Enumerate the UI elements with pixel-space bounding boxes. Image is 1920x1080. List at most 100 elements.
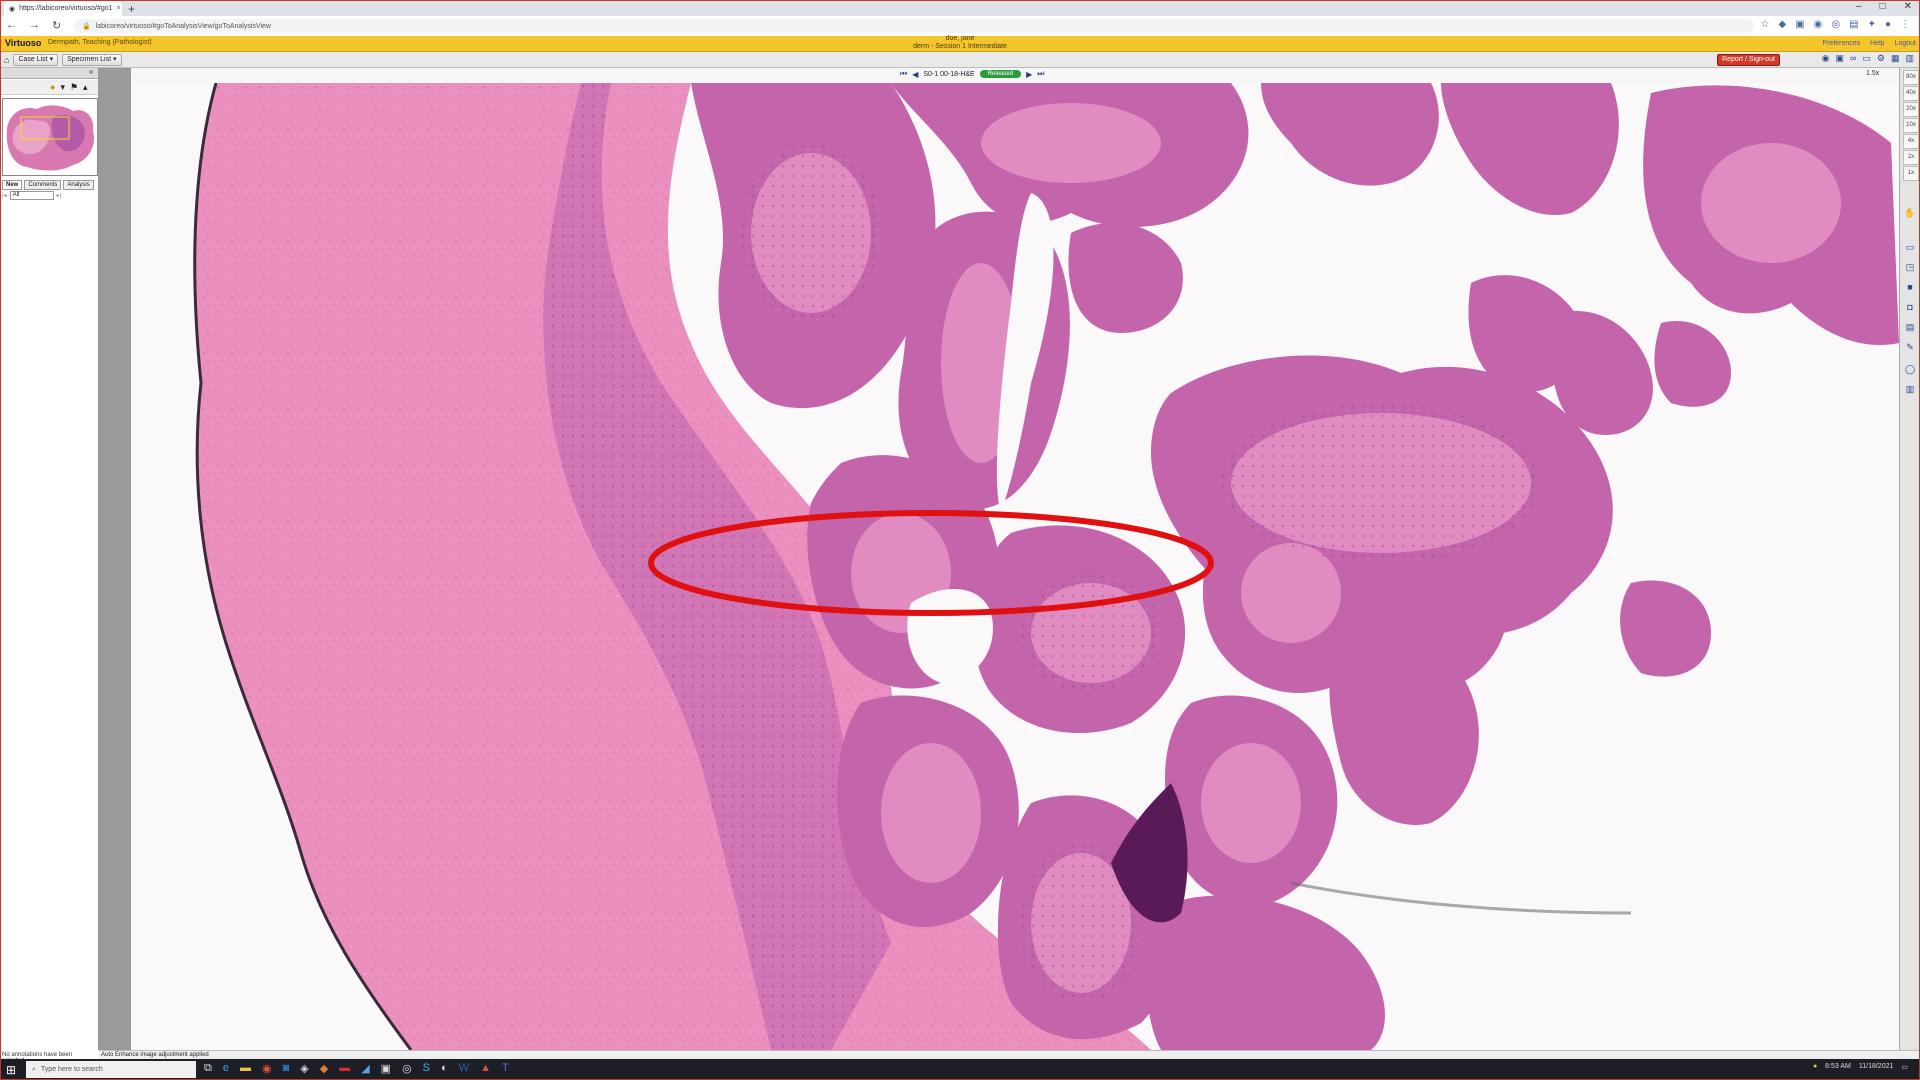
url-field[interactable]: 🔒 labicoreo/virtuoso/#goToAnalysisView/g… xyxy=(74,19,1754,33)
chat-tool-icon[interactable]: ◘ xyxy=(1903,300,1917,314)
sidebar-tool-icons: ● ▾ ⚑ ▴ xyxy=(50,82,88,93)
app-icon[interactable]: ▣ xyxy=(381,1062,391,1075)
folder-icon[interactable]: ▭ xyxy=(1862,53,1871,64)
layers-tool-icon[interactable]: ▥ xyxy=(1903,382,1917,396)
ruler-tool-icon[interactable]: ▤ xyxy=(1903,320,1917,334)
tab-comments[interactable]: Comments xyxy=(24,180,62,190)
zoom-4x-button[interactable]: 4x xyxy=(1903,134,1919,149)
prev-slide-icon[interactable]: ◀ xyxy=(912,70,918,79)
zoom-1x-button[interactable]: 1x xyxy=(1903,166,1919,181)
weather-icon[interactable]: ● xyxy=(1813,1063,1817,1071)
zoom-20x-button[interactable]: 20x xyxy=(1903,102,1919,117)
zoom-40x-button[interactable]: 40x xyxy=(1903,86,1919,101)
slide-controls: ⏮ ◀ S0-1 00-18-H&E Released ▶ ⏭ xyxy=(900,69,1044,79)
app-icon[interactable]: ◈ xyxy=(300,1062,308,1075)
browser-nav: ← → ↻ ⌂ xyxy=(6,19,80,32)
status-badge: Released xyxy=(979,70,1022,78)
case-list-button[interactable]: Case List ▾ xyxy=(13,54,59,66)
app-icon[interactable]: ◐ xyxy=(441,1062,448,1075)
last-page-icon[interactable]: ▸| xyxy=(57,192,62,199)
viewer-margin xyxy=(99,68,131,1050)
puzzle-icon[interactable]: ✦ xyxy=(1868,19,1876,30)
annotation-filter-select[interactable]: All xyxy=(9,191,54,200)
camera-icon[interactable]: ▣ xyxy=(1835,53,1844,64)
toolbar-right-icons: ◉ ▣ ∞ ▭ ⚙ ▦ ▥ xyxy=(1822,53,1914,64)
dropdown-icon[interactable]: ▾ xyxy=(60,82,65,93)
taskbar-search-input[interactable]: ⌕ Type here to search xyxy=(26,1061,196,1078)
zoom-80x-button[interactable]: 80x xyxy=(1903,70,1919,85)
url-text: labicoreo/virtuoso/#goToAnalysisView/goT… xyxy=(95,22,271,30)
ellipse-tool-icon[interactable]: ◯ xyxy=(1903,362,1917,376)
preferences-link[interactable]: Preferences xyxy=(1822,40,1860,47)
grid-icon[interactable]: ▦ xyxy=(1891,53,1900,64)
browser-tab[interactable]: ◉ https://labicoreo/virtuoso/#go1 × xyxy=(4,1,122,16)
kebab-menu-icon[interactable]: ⋮ xyxy=(1900,19,1910,30)
back-icon[interactable]: ← xyxy=(6,19,17,32)
logout-link[interactable]: Logout xyxy=(1895,40,1916,47)
app-icon[interactable]: ◢ xyxy=(361,1062,369,1075)
help-link[interactable]: Help xyxy=(1870,40,1884,47)
slide-thumbnail[interactable] xyxy=(2,98,98,176)
palette-icon[interactable]: ● xyxy=(50,82,55,93)
report-signout-button[interactable]: Report / Sign-out xyxy=(1717,54,1780,66)
skype-icon[interactable]: S xyxy=(423,1062,430,1075)
new-tab-button[interactable]: + xyxy=(128,2,135,16)
teams-icon[interactable]: T xyxy=(502,1062,509,1075)
app-icon[interactable]: ▲ xyxy=(480,1062,491,1075)
specimen-list-button[interactable]: Specimen List ▾ xyxy=(62,54,122,66)
chrome-icon[interactable]: ◉ xyxy=(262,1062,272,1075)
collapse-up-icon[interactable]: ▴ xyxy=(83,82,88,93)
tab-new[interactable]: New xyxy=(2,180,23,190)
first-slide-icon[interactable]: ⏮ xyxy=(900,69,907,79)
task-view-icon[interactable]: ⧉ xyxy=(204,1062,212,1075)
last-slide-icon[interactable]: ⏭ xyxy=(1037,69,1044,79)
app-icon[interactable]: ◎ xyxy=(402,1062,412,1075)
sidebar-filter-row: |◂ All ▸| xyxy=(2,191,96,200)
hand-pan-icon[interactable]: ✋ xyxy=(1903,206,1917,220)
edge-icon[interactable]: e xyxy=(223,1062,229,1075)
extension-icon[interactable]: ▤ xyxy=(1849,19,1858,30)
link-icon[interactable]: ∞ xyxy=(1850,53,1856,64)
forward-icon[interactable]: → xyxy=(29,19,40,32)
zoom-10x-button[interactable]: 10x xyxy=(1903,118,1919,133)
notification-icon[interactable]: ▭ xyxy=(1901,1063,1908,1071)
collapse-sidebar-icon[interactable]: « xyxy=(89,67,93,76)
zoom-2x-button[interactable]: 2x xyxy=(1903,150,1919,165)
extension-icon[interactable]: ◆ xyxy=(1778,19,1786,30)
histology-image[interactable] xyxy=(131,83,1899,1050)
minimize-button[interactable]: – xyxy=(1856,1,1862,12)
star-icon[interactable]: ☆ xyxy=(1761,19,1770,30)
file-explorer-icon[interactable]: ▬ xyxy=(240,1062,251,1075)
close-window-button[interactable]: ✕ xyxy=(1904,1,1912,12)
word-icon[interactable]: W xyxy=(459,1062,469,1075)
settings-icon[interactable]: ⚙ xyxy=(1877,53,1885,64)
slide-label: S0-1 00-18-H&E xyxy=(923,70,975,78)
close-tab-icon[interactable]: × xyxy=(117,5,121,12)
slide-viewer[interactable] xyxy=(131,83,1899,1050)
layout-icon[interactable]: ▥ xyxy=(1905,53,1914,64)
extension-icons: ☆ ◆ ▣ ◉ ◎ ▤ ✦ ● ⋮ xyxy=(1761,19,1910,30)
globe-icon[interactable]: ◉ xyxy=(1822,53,1830,64)
next-slide-icon[interactable]: ▶ xyxy=(1026,70,1032,79)
extension-icon[interactable]: ▣ xyxy=(1795,19,1804,30)
app-icon[interactable]: ◆ xyxy=(320,1062,328,1075)
rectangle-tool-icon[interactable]: ▭ xyxy=(1903,240,1917,254)
home-icon[interactable]: ⌂ xyxy=(4,55,9,65)
tab-analysis[interactable]: Analysis xyxy=(63,180,94,190)
profile-avatar-icon[interactable]: ● xyxy=(1885,19,1891,30)
maximize-button[interactable]: □ xyxy=(1880,1,1886,12)
flag-icon[interactable]: ⚑ xyxy=(70,82,78,93)
comment-tool-icon[interactable]: ◳ xyxy=(1903,260,1917,274)
outlook-icon[interactable]: ◙ xyxy=(283,1062,290,1075)
tray-date[interactable]: 11/18/2021 xyxy=(1859,1063,1894,1071)
extension-icon[interactable]: ◎ xyxy=(1831,19,1840,30)
sidebar-tabs: New Comments Analysis xyxy=(2,180,94,190)
app-icon[interactable]: ▬ xyxy=(339,1062,350,1075)
square-tool-icon[interactable]: ■ xyxy=(1903,280,1917,294)
first-page-icon[interactable]: |◂ xyxy=(2,192,7,199)
reload-icon[interactable]: ↻ xyxy=(52,19,61,32)
pen-tool-icon[interactable]: ✎ xyxy=(1903,340,1917,354)
windows-start-icon[interactable]: ⊞ xyxy=(6,1063,16,1077)
tray-time[interactable]: 8:53 AM xyxy=(1825,1063,1851,1071)
extension-icon[interactable]: ◉ xyxy=(1814,19,1823,30)
